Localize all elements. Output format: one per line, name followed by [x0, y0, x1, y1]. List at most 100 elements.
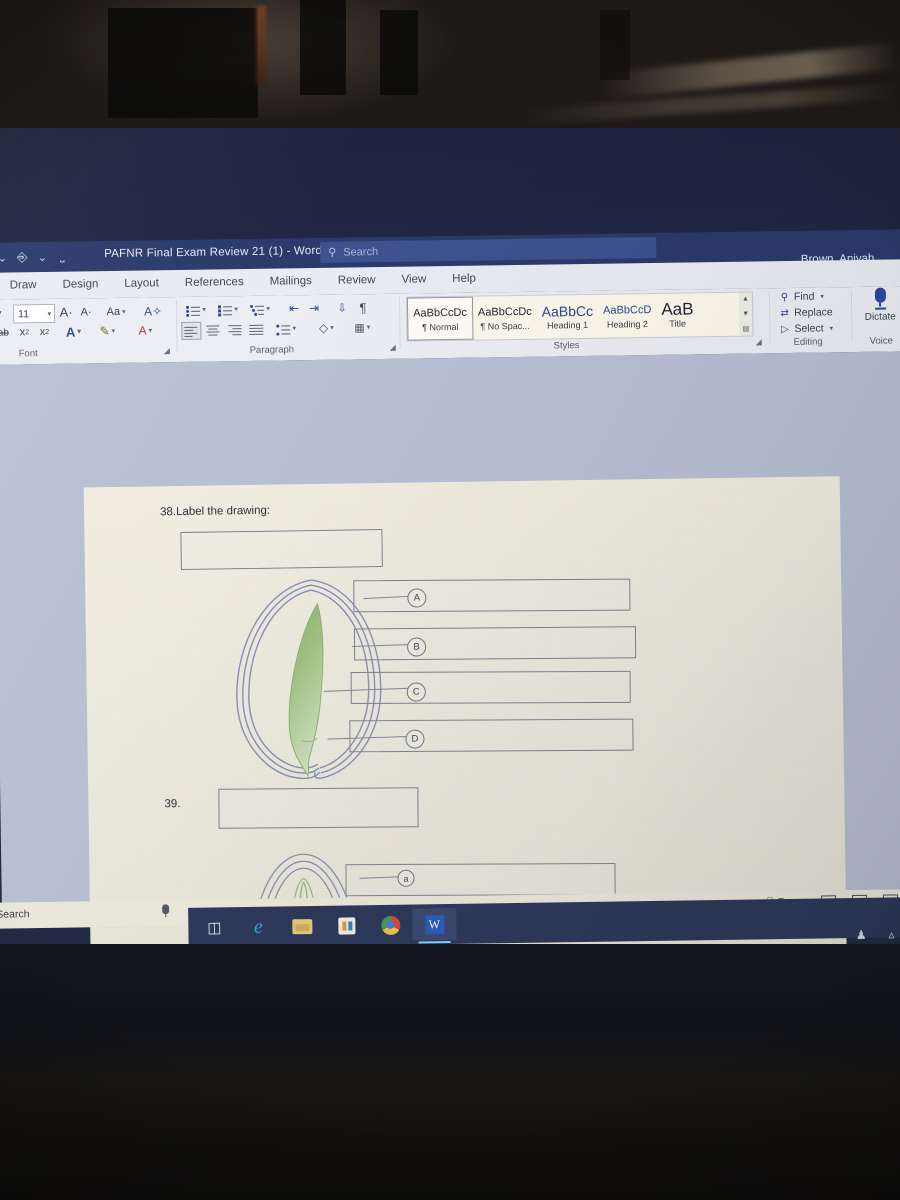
save-icon[interactable]: ⎆ [12, 246, 32, 268]
styles-gallery[interactable]: AaBbCcDc ¶ Normal AaBbCcDc ¶ No Spac... … [405, 291, 754, 342]
q38-answer-box-c[interactable] [350, 670, 631, 705]
tab-draw[interactable]: Draw [0, 272, 50, 300]
justify-button[interactable] [247, 321, 265, 337]
word-window: ⌄ ⎆ ⌄ ⎵ PAFNR Final Exam Review 21 (1) -… [0, 229, 900, 1046]
show-hidden-icons-chevron[interactable]: ▵ [888, 927, 894, 941]
align-right-button[interactable] [225, 321, 243, 337]
tab-mailings[interactable]: Mailings [256, 268, 325, 296]
font-color-button[interactable]: A ▾ [131, 322, 159, 338]
microphone-base [874, 307, 886, 310]
seed-embryo-shape [288, 602, 324, 778]
question-38-text: 38.Label the drawing: [159, 504, 271, 519]
tab-review[interactable]: Review [325, 267, 389, 295]
superscript-button[interactable]: x2 [35, 324, 53, 340]
undo-caret-icon[interactable]: ⌄ [32, 246, 52, 268]
justify-icon [248, 323, 264, 335]
microsoft-store-icon[interactable] [324, 909, 368, 942]
q38-answer-box-a[interactable] [353, 578, 631, 613]
edge-icon[interactable]: e [236, 911, 280, 944]
dictate-button[interactable]: Dictate [857, 287, 900, 322]
word-icon[interactable]: W [412, 907, 457, 941]
gallery-scroll-up-icon[interactable]: ▲ [742, 293, 749, 306]
decrease-indent-button[interactable]: ⇤ [285, 300, 303, 316]
align-left-button[interactable] [181, 321, 202, 340]
paragraph-group-label: Paragraph [249, 344, 295, 356]
line-spacing-button[interactable]: ▾ [273, 320, 299, 336]
bullets-button[interactable]: ▾ [183, 302, 209, 318]
style-name: Heading 1 [547, 319, 589, 331]
sort-button[interactable]: ⇩ [333, 298, 351, 316]
align-center-button[interactable] [203, 321, 221, 337]
microphone-icon [874, 287, 886, 303]
tab-help[interactable]: Help [439, 265, 489, 293]
tab-layout[interactable]: Layout [111, 270, 172, 298]
grow-font-button[interactable]: A· [57, 304, 75, 321]
style-no-spacing[interactable]: AaBbCcDc ¶ No Spac... [473, 296, 537, 340]
system-tray[interactable]: ♟ ▵ [856, 927, 895, 942]
search-box[interactable]: ⚲ Search [320, 236, 657, 263]
q38-answer-box-d[interactable] [349, 718, 634, 753]
styles-dialog-launcher[interactable]: ◢ [756, 337, 762, 346]
font-size-input[interactable]: 11 ▾ [12, 303, 56, 324]
paragraph-dialog-launcher[interactable]: ◢ [390, 343, 396, 352]
find-caret-icon[interactable]: ▾ [820, 292, 824, 300]
align-center-icon [205, 324, 220, 336]
autosave-caret-icon[interactable]: ⌄ [0, 246, 12, 268]
multilevel-list-button[interactable]: ▾ [247, 301, 273, 317]
style-title[interactable]: AaB Title [656, 293, 699, 337]
q38-answer-box-b[interactable] [353, 626, 637, 661]
taskbar-items[interactable]: ◫ e W [192, 907, 457, 944]
gallery-scroll-down-icon[interactable]: ▼ [742, 308, 749, 321]
text-effects-button[interactable]: A ▾ [61, 323, 85, 339]
q39-title-answer-box[interactable] [218, 787, 419, 829]
document-workspace[interactable]: 38.Label the drawing: A B C D 39. a [0, 351, 900, 1046]
style-preview: AaBbCcD [602, 303, 652, 317]
strikethrough-button[interactable]: ab [0, 324, 14, 340]
select-icon: ▷ [780, 323, 789, 335]
style-heading-1[interactable]: AaBbCc Heading 1 [536, 295, 598, 339]
shrink-font-button[interactable]: A· [77, 303, 95, 320]
desk-foreground [0, 944, 900, 1200]
show-formatting-marks-button[interactable]: ¶ [355, 298, 371, 316]
text-highlight-button[interactable]: ✎ ▾ [93, 323, 121, 339]
borders-button[interactable]: ▦ ▾ [349, 319, 375, 335]
people-icon[interactable]: ♟ [856, 928, 867, 942]
style-heading-2[interactable]: AaBbCcD Heading 2 [598, 294, 657, 338]
increase-indent-button[interactable]: ⇥ [305, 300, 323, 316]
quick-access-toolbar[interactable]: ⌄ ⎆ ⌄ ⎵ [0, 246, 72, 269]
find-label: Find [793, 290, 815, 303]
clear-formatting-button[interactable]: A✧ [143, 302, 163, 319]
gallery-more-icon[interactable]: ▤ [743, 323, 750, 336]
tab-references[interactable]: References [172, 269, 257, 297]
shading-button[interactable]: ◇ ▾ [313, 320, 339, 336]
chrome-icon[interactable] [368, 909, 412, 942]
style-normal[interactable]: AaBbCcDc ¶ Normal [406, 296, 474, 341]
editing-group-label: Editing [793, 336, 823, 348]
q38-title-answer-box[interactable] [180, 529, 383, 571]
style-preview: AaB [661, 298, 694, 319]
font-size-caret-icon[interactable]: ▾ [48, 309, 52, 317]
editing-group[interactable]: ⚲ Find ▾ ⇄ Replace ▷ Select ▾ [779, 288, 852, 337]
task-view-icon[interactable]: ◫ [192, 911, 236, 944]
select-button[interactable]: ▷ Select ▾ [779, 320, 851, 337]
numbering-button[interactable]: ▾ [215, 301, 241, 317]
change-case-button[interactable]: Aa ▾ [103, 303, 129, 320]
file-explorer-icon[interactable] [280, 910, 324, 943]
tab-design[interactable]: Design [49, 271, 111, 299]
font-group-label: Font [18, 348, 38, 360]
replace-icon: ⇄ [780, 307, 789, 319]
styles-gallery-scroll[interactable]: ▲ ▼ ▤ [738, 291, 754, 337]
q39-answer-box-a[interactable] [345, 863, 616, 897]
font-dialog-launcher[interactable]: ◢ [164, 346, 170, 355]
replace-button[interactable]: ⇄ Replace [779, 304, 851, 321]
find-button[interactable]: ⚲ Find ▾ [779, 288, 851, 305]
font-name-caret-icon[interactable]: ▾ [0, 309, 2, 317]
customize-qat-icon[interactable]: ⎵ [52, 246, 72, 268]
style-name: ¶ Normal [421, 321, 459, 332]
line-spacing-icon [276, 323, 291, 336]
subscript-button[interactable]: x2 [15, 324, 33, 340]
screenshot-photo: ⌄ ⎆ ⌄ ⎵ PAFNR Final Exam Review 21 (1) -… [0, 0, 900, 1200]
tab-view[interactable]: View [388, 266, 439, 294]
style-preview: AaBbCcDc [477, 305, 532, 319]
select-caret-icon[interactable]: ▾ [830, 324, 834, 332]
